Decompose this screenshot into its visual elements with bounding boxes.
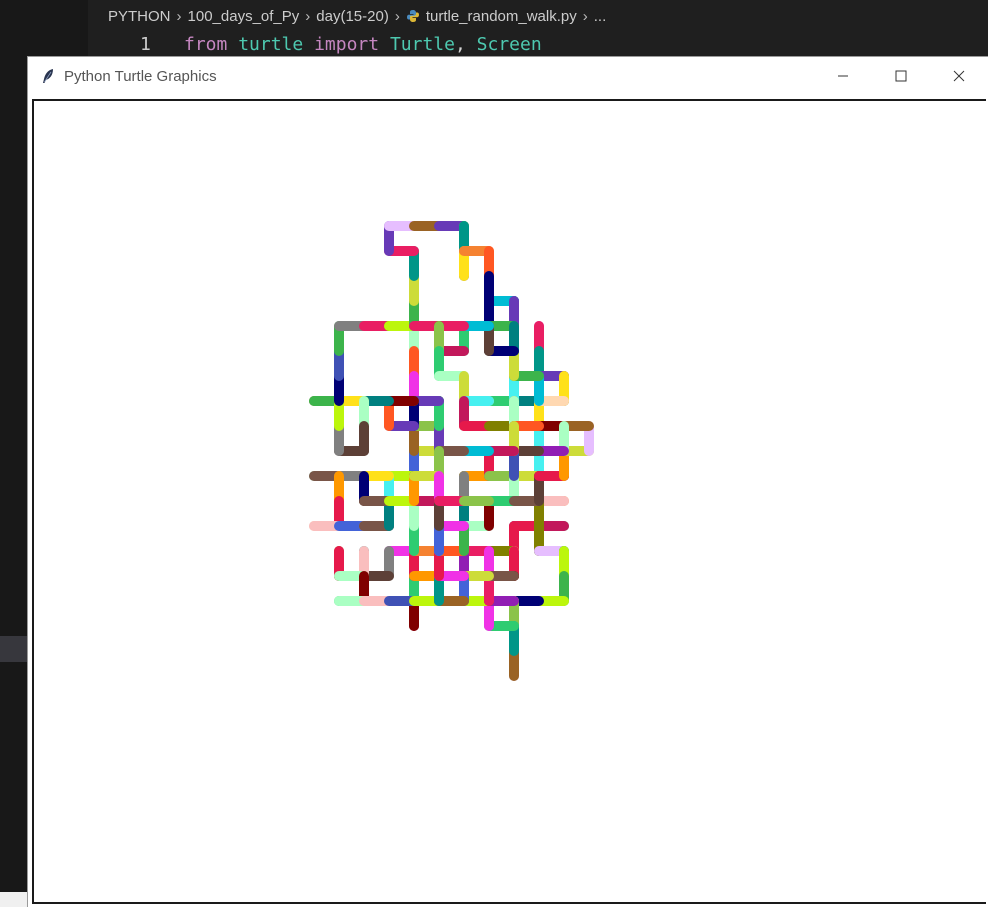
breadcrumb-item-subfolder[interactable]: day(15-20) [316,8,389,25]
turtle-canvas[interactable] [32,99,986,904]
feather-icon [43,69,53,83]
chevron-right-icon: › [582,7,588,25]
code-line[interactable]: 1 from turtle import Turtle, Screen [88,32,988,58]
chevron-right-icon: › [394,7,400,25]
chevron-right-icon: › [305,7,311,25]
chevron-right-icon: › [176,7,182,25]
maximize-icon [895,70,907,82]
keyword-from: from [184,34,228,55]
line-number: 1 [140,34,151,55]
close-icon [953,70,965,82]
breadcrumb: PYTHON › 100_days_of_Py › day(15-20) › t… [88,0,988,32]
activity-highlight [0,636,28,662]
comma: , [454,34,466,55]
class-screen: Screen [476,34,542,55]
breadcrumb-item-folder[interactable]: 100_days_of_Py [188,8,300,25]
class-turtle: Turtle [389,34,455,55]
maximize-button[interactable] [872,57,930,95]
python-file-icon [406,10,419,22]
breadcrumb-item-file[interactable]: turtle_random_walk.py [426,8,577,25]
keyword-import: import [314,34,380,55]
breadcrumb-item-python[interactable]: PYTHON [108,8,171,25]
window-titlebar[interactable]: Python Turtle Graphics [28,57,988,95]
window-title: Python Turtle Graphics [64,67,217,85]
turtle-window: Python Turtle Graphics [28,57,988,907]
minimize-button[interactable] [814,57,872,95]
code-text[interactable]: from turtle import Turtle, Screen [184,32,542,58]
random-walk-drawing [309,221,594,681]
close-button[interactable] [930,57,988,95]
breadcrumb-item-symbols[interactable]: ... [594,8,607,25]
module-name: turtle [238,34,304,55]
minimize-icon [838,75,848,77]
